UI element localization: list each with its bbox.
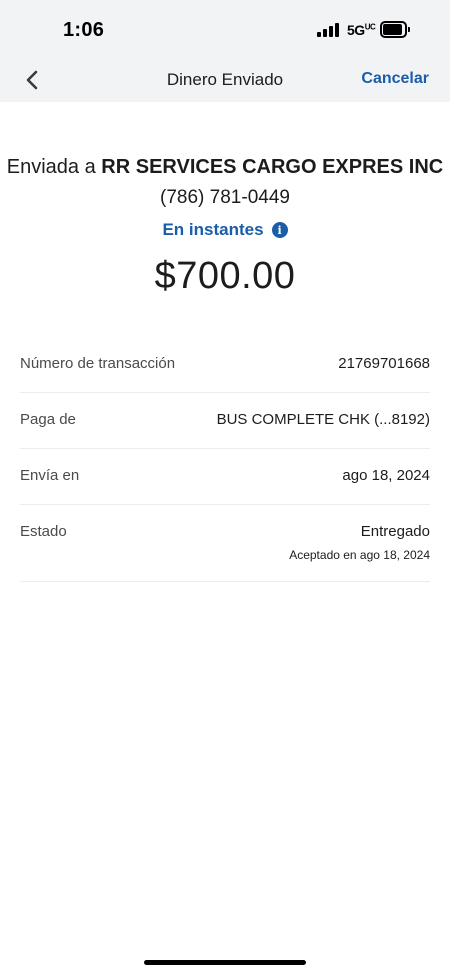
detail-value: BUS COMPLETE CHK (...8192) bbox=[216, 411, 430, 428]
delivery-speed[interactable]: En instantes i bbox=[162, 220, 288, 240]
top-bar: 1:06 5GUC Dinero Enviado Cancelar bbox=[0, 0, 450, 102]
status-subtext: Aceptado en ago 18, 2024 bbox=[289, 548, 430, 562]
recipient-prefix: Enviada a bbox=[6, 156, 102, 178]
battery-icon bbox=[380, 21, 410, 38]
cancel-button[interactable]: Cancelar bbox=[361, 70, 429, 88]
recipient-phone: (786) 781-0449 bbox=[160, 187, 290, 208]
detail-row-source: Paga de BUS COMPLETE CHK (...8192) bbox=[20, 393, 430, 449]
details-list: Número de transacción 21769701668 Paga d… bbox=[20, 337, 430, 582]
signal-icon bbox=[317, 23, 341, 37]
detail-label: Envía en bbox=[20, 467, 80, 484]
status-time: 1:06 bbox=[63, 19, 105, 41]
info-icon[interactable]: i bbox=[271, 222, 288, 238]
status-bar: 1:06 5GUC bbox=[0, 0, 450, 58]
detail-value: ago 18, 2024 bbox=[342, 467, 430, 484]
transfer-summary: Enviada a RR SERVICES CARGO EXPRES INC (… bbox=[0, 152, 450, 298]
home-indicator[interactable] bbox=[144, 960, 306, 965]
detail-row-status: Estado Entregado Aceptado en ago 18, 202… bbox=[20, 505, 430, 582]
status-value: Entregado Aceptado en ago 18, 2024 bbox=[289, 523, 430, 562]
amount: $700.00 bbox=[154, 255, 296, 297]
recipient-name: RR SERVICES CARGO EXPRES INC bbox=[101, 156, 444, 178]
detail-label: Número de transacción bbox=[20, 355, 176, 372]
detail-row-transaction: Número de transacción 21769701668 bbox=[20, 337, 430, 393]
detail-value: 21769701668 bbox=[338, 355, 430, 372]
network-label: 5GUC bbox=[347, 22, 376, 38]
nav-bar: Dinero Enviado Cancelar bbox=[0, 58, 450, 102]
status-text: Entregado bbox=[360, 523, 430, 540]
detail-label: Estado bbox=[20, 523, 67, 540]
detail-label: Paga de bbox=[20, 411, 76, 428]
delivery-speed-label: En instantes bbox=[162, 220, 264, 239]
recipient-line: Enviada a RR SERVICES CARGO EXPRES INC bbox=[0, 152, 450, 182]
detail-row-date: Envía en ago 18, 2024 bbox=[20, 449, 430, 505]
